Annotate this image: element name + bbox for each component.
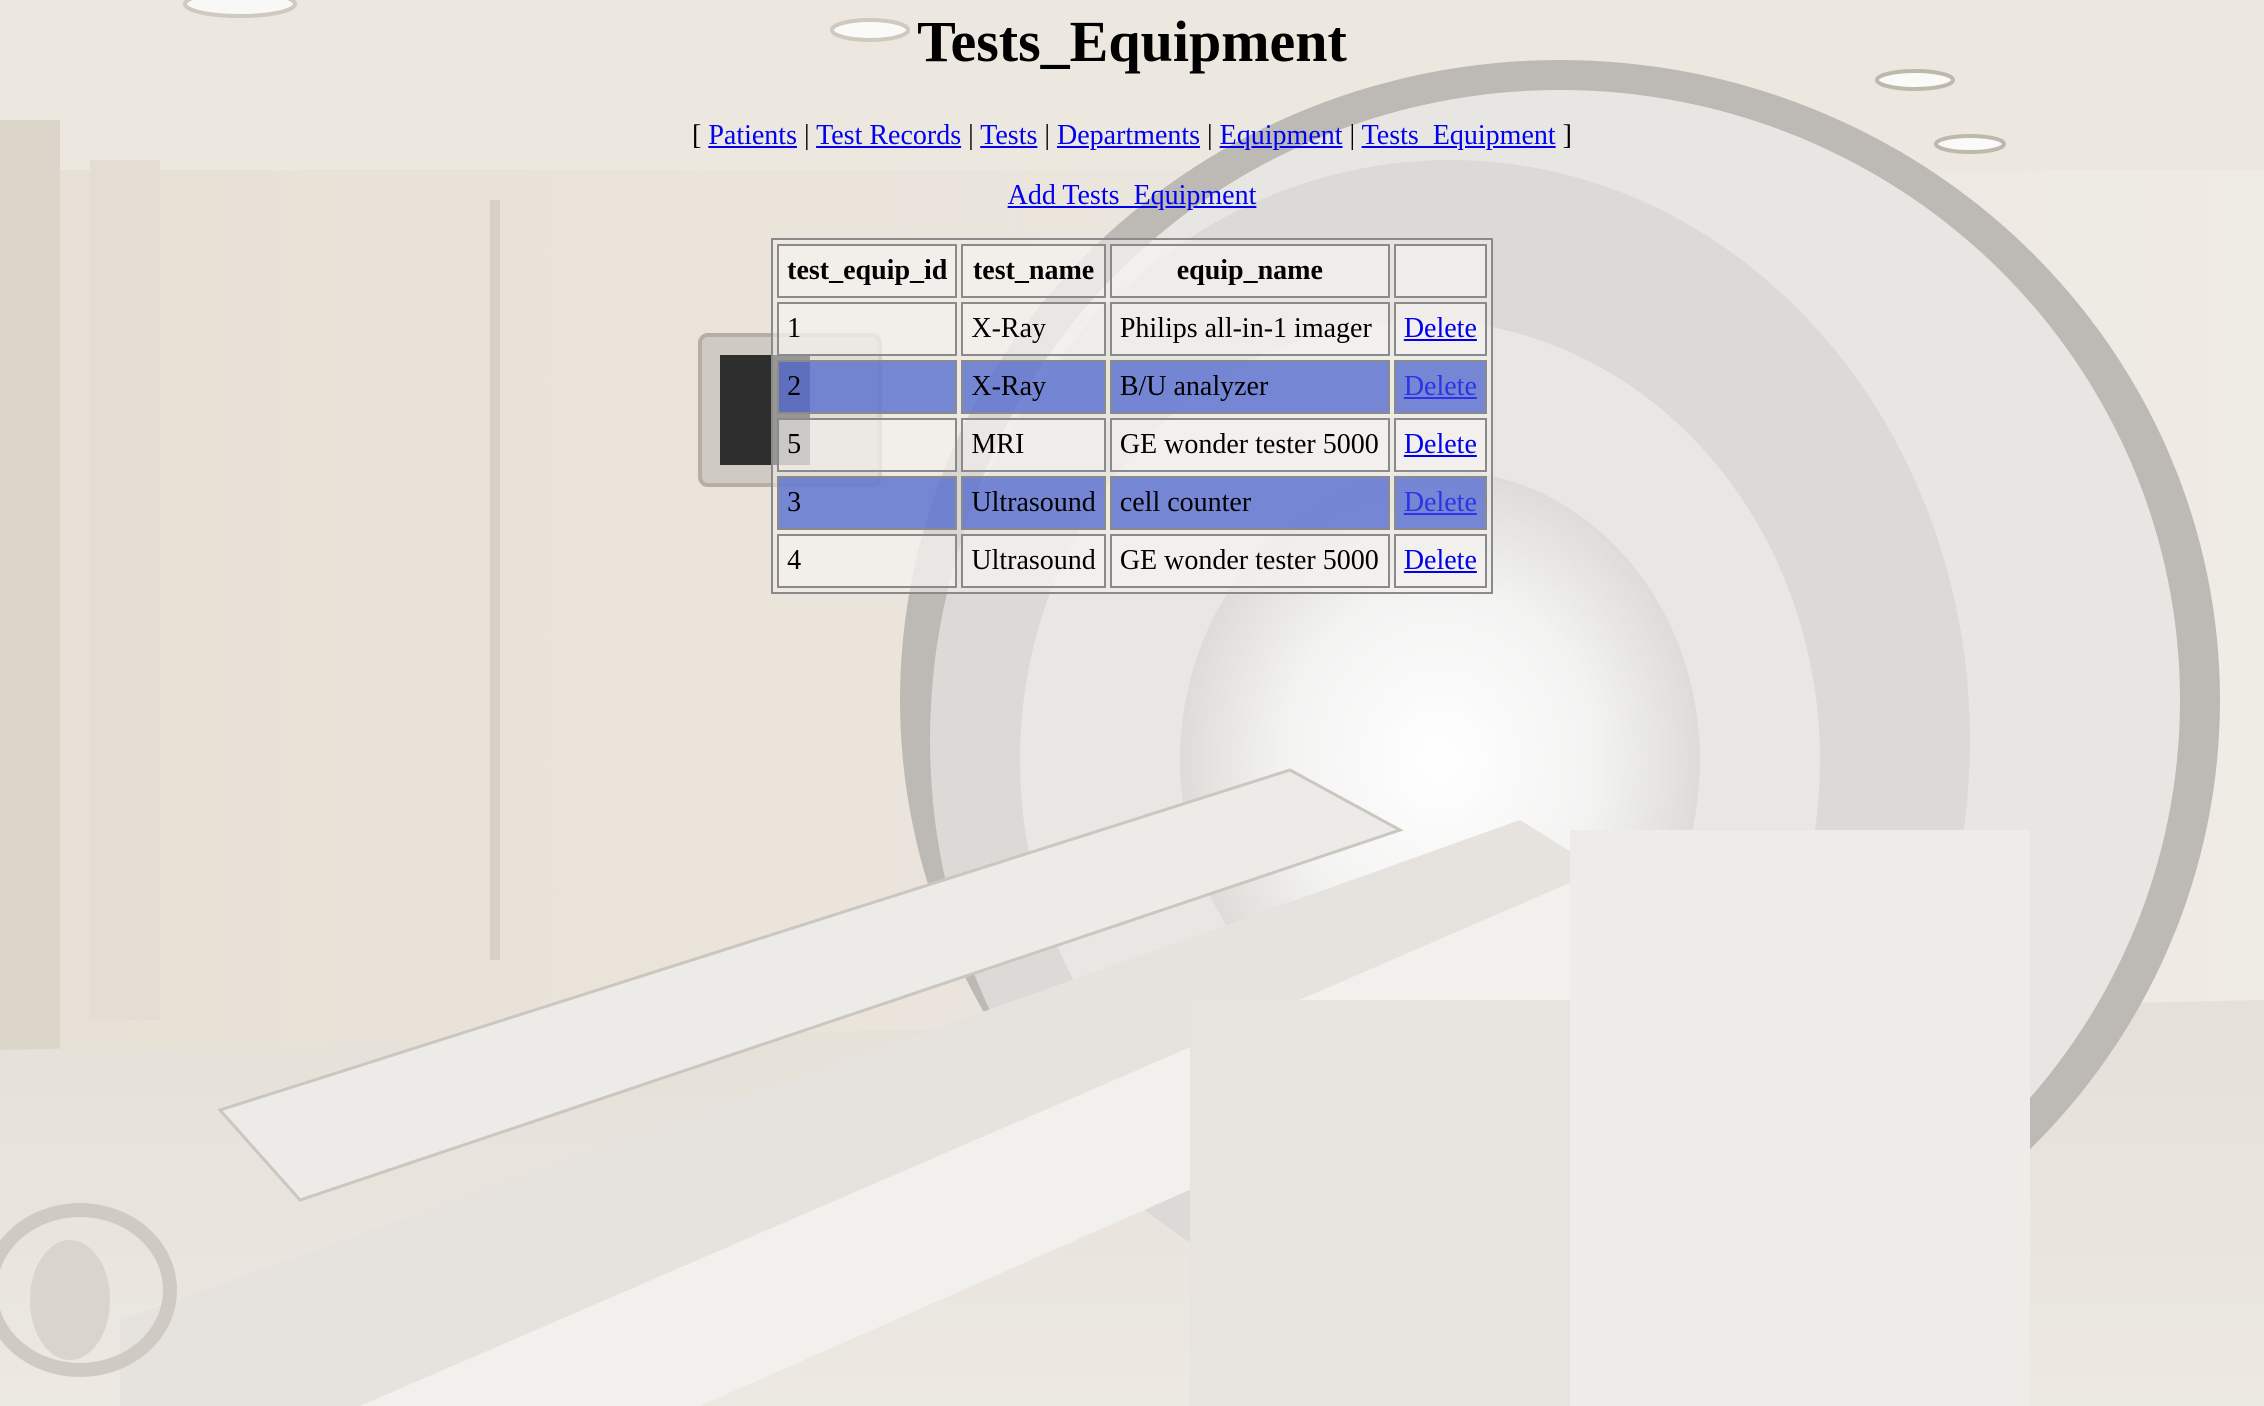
- cell-test-equip-id: 2: [777, 360, 958, 414]
- cell-equip-name: GE wonder tester 5000: [1109, 418, 1390, 472]
- cell-equip-name: GE wonder tester 5000: [1109, 534, 1390, 588]
- page-title: Tests_Equipment: [917, 9, 1347, 74]
- header-test-name: test_name: [961, 244, 1106, 298]
- cell-action: Delete: [1393, 360, 1487, 414]
- header-actions: [1393, 244, 1487, 298]
- nav-separator: |: [1044, 120, 1050, 151]
- nav-separator: |: [968, 120, 974, 151]
- cell-equip-name: cell counter: [1109, 476, 1390, 530]
- nav-link-equipment[interactable]: Equipment: [1220, 120, 1343, 151]
- cell-action: Delete: [1393, 418, 1487, 472]
- table-header-row: test_equip_id test_name equip_name: [777, 244, 1487, 298]
- cell-action: Delete: [1393, 534, 1487, 588]
- cell-test-equip-id: 5: [777, 418, 958, 472]
- cell-test-name: Ultrasound: [961, 476, 1106, 530]
- cell-test-name: X-Ray: [961, 302, 1106, 356]
- nav-open-bracket: [: [691, 120, 702, 151]
- table-row: 1 X-Ray Philips all-in-1 imager Delete: [777, 302, 1487, 356]
- table-row: 3 Ultrasound cell counter Delete: [777, 476, 1487, 530]
- nav-link-patients[interactable]: Patients: [708, 120, 797, 151]
- delete-link[interactable]: Delete: [1404, 429, 1477, 460]
- table-row: 5 MRI GE wonder tester 5000 Delete: [777, 418, 1487, 472]
- nav-link-tests-equipment[interactable]: Tests_Equipment: [1362, 120, 1556, 151]
- header-test-equip-id: test_equip_id: [777, 244, 958, 298]
- cell-action: Delete: [1393, 476, 1487, 530]
- add-tests-equipment-link[interactable]: Add Tests_Equipment: [1008, 180, 1257, 211]
- nav-link-tests[interactable]: Tests: [980, 120, 1037, 151]
- delete-link[interactable]: Delete: [1404, 371, 1477, 402]
- delete-link[interactable]: Delete: [1404, 487, 1477, 518]
- cell-equip-name: B/U analyzer: [1109, 360, 1390, 414]
- nav-separator: |: [1349, 120, 1356, 151]
- cell-test-equip-id: 3: [777, 476, 958, 530]
- table-row: 2 X-Ray B/U analyzer Delete: [777, 360, 1487, 414]
- cell-test-name: MRI: [961, 418, 1106, 472]
- cell-equip-name: Philips all-in-1 imager: [1109, 302, 1390, 356]
- page-content: Tests_Equipment [ Patients | Test Record…: [0, 0, 2264, 594]
- nav-link-test-records[interactable]: Test Records: [816, 120, 961, 151]
- cell-action: Delete: [1393, 302, 1487, 356]
- delete-link[interactable]: Delete: [1404, 313, 1477, 344]
- nav-close-bracket: ]: [1562, 120, 1572, 151]
- delete-link[interactable]: Delete: [1404, 545, 1477, 576]
- table-row: 4 Ultrasound GE wonder tester 5000 Delet…: [777, 534, 1487, 588]
- header-equip-name: equip_name: [1109, 244, 1390, 298]
- cell-test-equip-id: 1: [777, 302, 958, 356]
- tests-equipment-table: test_equip_id test_name equip_name 1 X-R…: [771, 238, 1493, 594]
- cell-test-name: Ultrasound: [961, 534, 1106, 588]
- nav-separator: |: [803, 120, 810, 151]
- cell-test-name: X-Ray: [961, 360, 1106, 414]
- nav-bar: [ Patients | Test Records | Tests | Depa…: [0, 118, 2264, 154]
- add-section: Add Tests_Equipment: [0, 178, 2264, 214]
- cell-test-equip-id: 4: [777, 534, 958, 588]
- nav-link-departments[interactable]: Departments: [1057, 120, 1200, 151]
- nav-separator: |: [1207, 120, 1213, 151]
